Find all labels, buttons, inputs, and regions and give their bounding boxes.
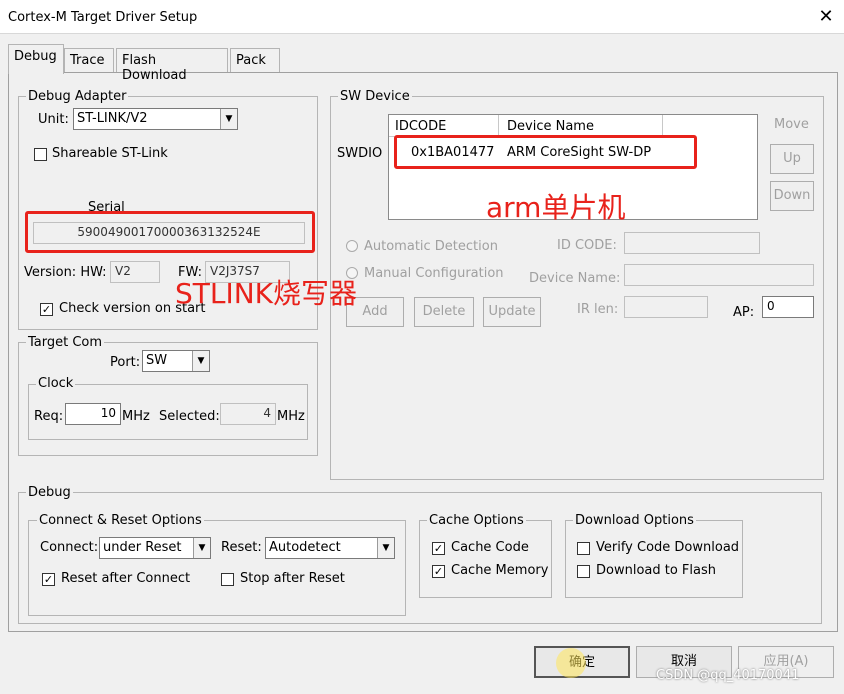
cache-code-checkbox[interactable]: ✓ bbox=[432, 542, 445, 555]
cache-memory-label: Cache Memory bbox=[451, 563, 549, 578]
swdio-label: SWDIO bbox=[337, 146, 383, 161]
version-hw-label: Version: HW: bbox=[24, 265, 107, 280]
req-input[interactable]: 10 bbox=[65, 403, 121, 425]
delete-button[interactable]: Delete bbox=[414, 297, 474, 327]
check-version-checkbox[interactable]: ✓ bbox=[40, 303, 53, 316]
selected-label: Selected: bbox=[159, 409, 220, 424]
reset-label: Reset: bbox=[221, 540, 262, 555]
port-value: SW bbox=[146, 353, 168, 368]
shareable-checkbox[interactable] bbox=[34, 148, 47, 161]
auto-detect-label: Automatic Detection bbox=[364, 239, 498, 254]
chevron-down-icon[interactable]: ▼ bbox=[377, 538, 394, 558]
unit-label: Unit: bbox=[38, 112, 69, 127]
device-name-label: Device Name: bbox=[529, 271, 621, 286]
update-button[interactable]: Update bbox=[483, 297, 541, 327]
download-flash-label: Download to Flash bbox=[596, 563, 717, 578]
tab-debug[interactable]: Debug bbox=[8, 44, 64, 74]
chevron-down-icon[interactable]: ▼ bbox=[192, 351, 209, 371]
download-options-group bbox=[565, 520, 743, 598]
clock-title: Clock bbox=[36, 376, 76, 391]
serial-highlight-box bbox=[25, 211, 315, 253]
connect-label: Connect: bbox=[40, 540, 99, 555]
selected-mhz-label: MHz bbox=[277, 409, 305, 424]
reset-after-connect-checkbox[interactable]: ✓ bbox=[42, 573, 55, 586]
connect-value: under Reset bbox=[103, 540, 182, 555]
chevron-down-icon[interactable]: ▼ bbox=[220, 109, 237, 129]
cursor-highlight bbox=[556, 648, 586, 678]
cache-options-group bbox=[419, 520, 552, 598]
idcode-input[interactable] bbox=[624, 232, 760, 254]
req-mhz-label: MHz bbox=[122, 409, 150, 424]
stop-after-reset-checkbox[interactable] bbox=[221, 573, 234, 586]
verify-code-checkbox[interactable] bbox=[577, 542, 590, 555]
debug-title: Debug bbox=[26, 485, 73, 500]
connect-reset-group bbox=[28, 520, 406, 616]
window-title: Cortex-M Target Driver Setup bbox=[8, 10, 198, 25]
arm-annotation: arm单片机 bbox=[486, 191, 626, 224]
download-options-title: Download Options bbox=[573, 513, 696, 528]
port-label: Port: bbox=[110, 355, 141, 370]
close-icon[interactable]: ✕ bbox=[812, 5, 840, 29]
idcode-label: ID CODE: bbox=[557, 238, 617, 253]
auto-detect-radio[interactable] bbox=[346, 240, 358, 252]
down-button[interactable]: Down bbox=[770, 181, 814, 211]
unit-value: ST-LINK/V2 bbox=[77, 111, 148, 126]
unit-select[interactable]: ST-LINK/V2 bbox=[73, 108, 238, 130]
col-device-name[interactable]: Device Name bbox=[499, 115, 663, 137]
device-highlight-box bbox=[394, 135, 697, 169]
up-button[interactable]: Up bbox=[770, 144, 814, 174]
reset-select[interactable]: Autodetect bbox=[265, 537, 395, 559]
stop-after-reset-label: Stop after Reset bbox=[240, 571, 345, 586]
manual-config-label: Manual Configuration bbox=[364, 266, 504, 281]
shareable-label: Shareable ST-Link bbox=[52, 146, 168, 161]
reset-after-connect-label: Reset after Connect bbox=[61, 571, 191, 586]
ir-len-label: IR len: bbox=[577, 302, 619, 317]
stlink-annotation: STLINK烧写器 bbox=[175, 277, 358, 310]
watermark: CSDN @qq_40170041 bbox=[656, 668, 800, 683]
col-idcode[interactable]: IDCODE bbox=[389, 115, 499, 137]
ap-label: AP: bbox=[733, 305, 755, 320]
move-label: Move bbox=[774, 117, 809, 132]
download-flash-checkbox[interactable] bbox=[577, 565, 590, 578]
tab-flash-download[interactable]: Flash Download bbox=[116, 48, 228, 83]
sw-device-title: SW Device bbox=[338, 89, 412, 104]
verify-code-label: Verify Code Download bbox=[596, 540, 740, 555]
ir-len-input[interactable] bbox=[624, 296, 708, 318]
debug-adapter-title: Debug Adapter bbox=[26, 89, 129, 104]
device-name-input[interactable] bbox=[624, 264, 814, 286]
req-label: Req: bbox=[34, 409, 64, 424]
selected-field: 4 bbox=[220, 403, 276, 425]
connect-reset-title: Connect & Reset Options bbox=[37, 513, 204, 528]
ap-input[interactable]: 0 bbox=[762, 296, 814, 318]
cache-options-title: Cache Options bbox=[427, 513, 526, 528]
tab-pack[interactable]: Pack bbox=[230, 48, 280, 72]
reset-value: Autodetect bbox=[269, 540, 341, 555]
cache-code-label: Cache Code bbox=[451, 540, 529, 555]
hw-field: V2 bbox=[110, 261, 160, 283]
target-com-title: Target Com bbox=[26, 335, 105, 350]
tab-trace[interactable]: Trace bbox=[64, 48, 114, 72]
cache-memory-checkbox[interactable]: ✓ bbox=[432, 565, 445, 578]
chevron-down-icon[interactable]: ▼ bbox=[193, 538, 210, 558]
